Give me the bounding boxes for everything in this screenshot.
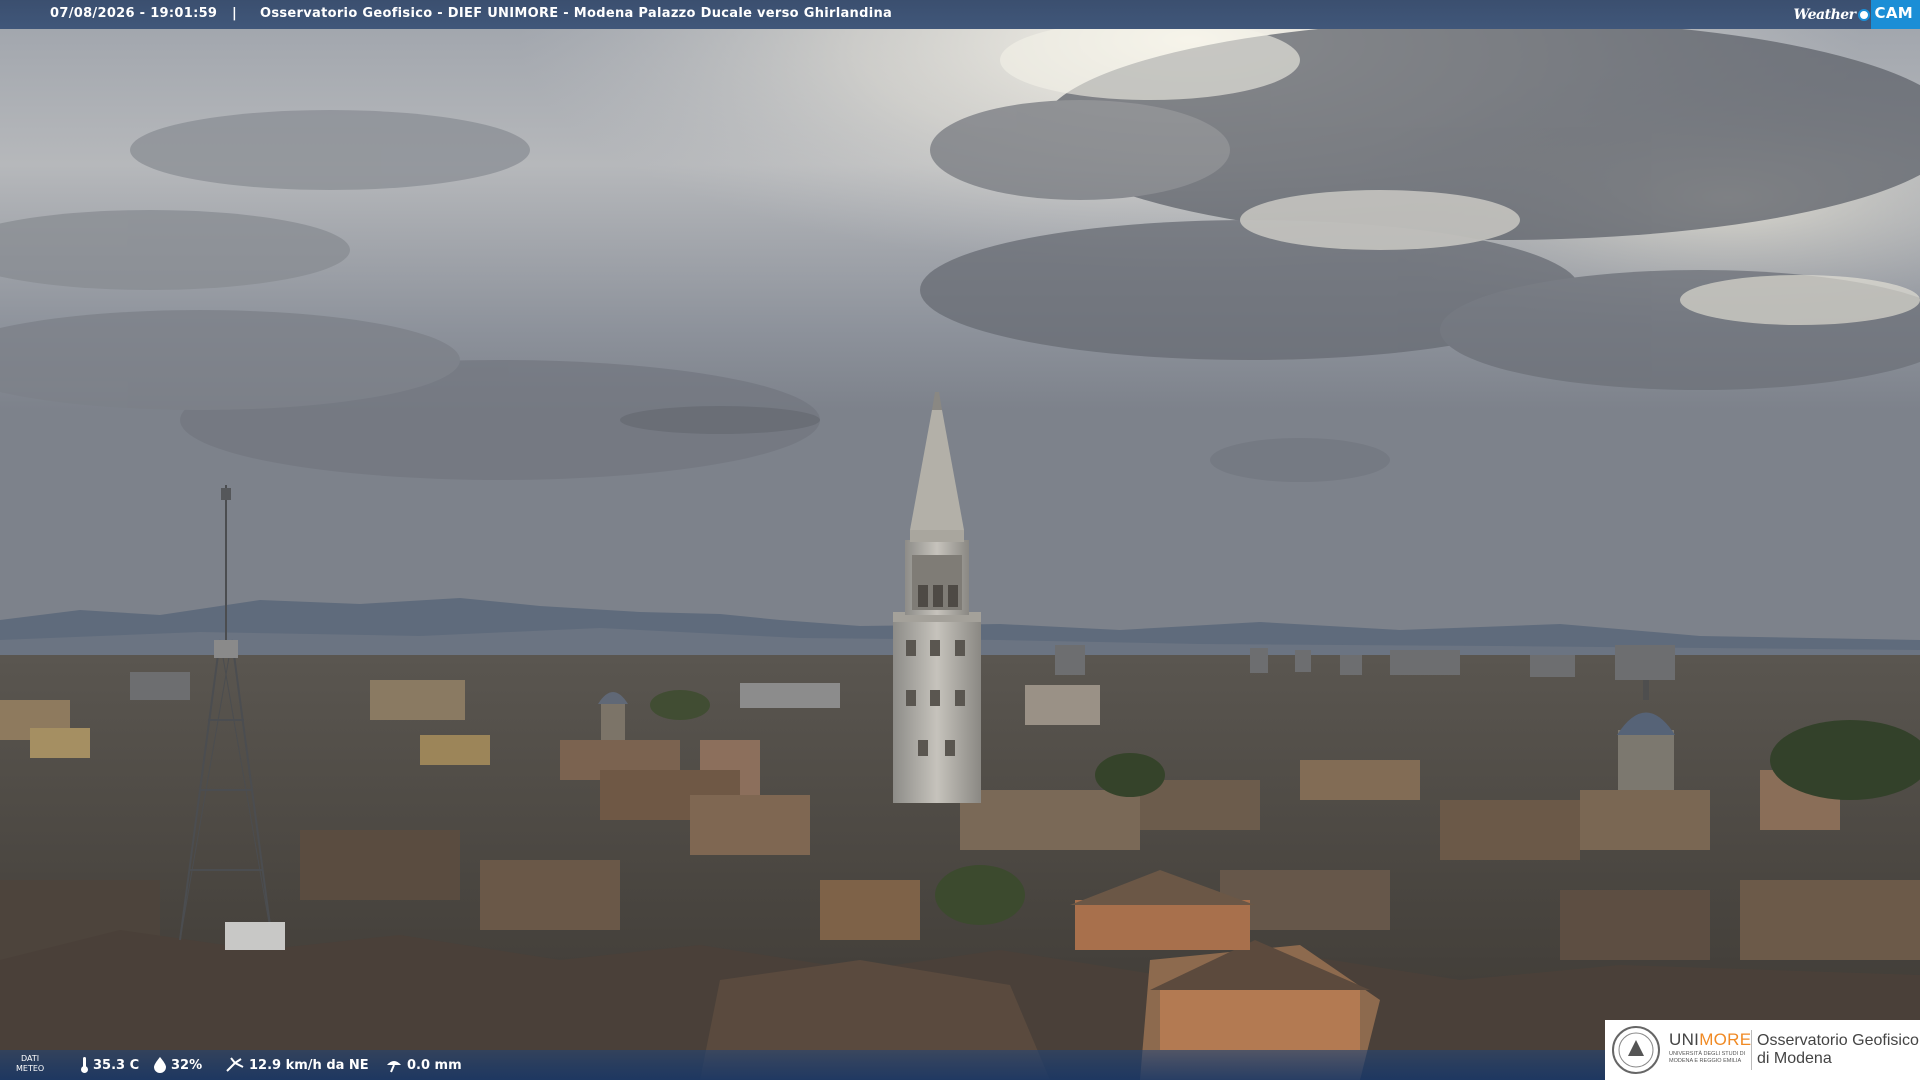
wind-value: 12.9 km/h da NE [249,1057,369,1073]
droplet-icon [154,1057,166,1073]
logo-divider [1751,1030,1752,1070]
weathercam-logo: Weather CAM [1794,0,1920,29]
webcam-view: 07/08/2026 - 19:01:59 | Osservatorio Geo… [0,0,1920,1080]
rain-gauge-icon [387,1061,401,1073]
weathercam-logo-weather: Weather [1793,6,1857,23]
weathercam-dot-icon [1857,8,1870,21]
university-name: UNIMORE [1669,1030,1751,1050]
unimore-logo-box: UNIMORE UNIVERSITÀ DEGLI STUDI DI MODENA… [1605,1020,1920,1080]
observatory-line1: Osservatorio Geofisico [1757,1032,1919,1049]
meteo-label: DATI METEO [16,1054,44,1074]
temperature-reading: 35.3 C [80,1057,139,1073]
camera-title: Osservatorio Geofisico - DIEF UNIMORE - … [260,6,893,21]
humidity-reading: 32% [153,1057,202,1073]
temperature-value: 35.3 C [93,1057,140,1073]
meteo-label-line1: DATI [21,1054,40,1063]
observatory-line2: di Modena [1757,1050,1832,1067]
university-name-part2: MORE [1699,1030,1752,1049]
rain-value: 0.0 mm [407,1057,462,1073]
meteo-data-bar: DATI METEO 35.3 C 32% 12.9 km/h da NE 0.… [0,1050,1605,1080]
separator: | [232,6,238,21]
humidity-value: 32% [171,1057,203,1073]
city-panorama-photo [0,0,1920,1080]
wind-reading: 12.9 km/h da NE [225,1057,369,1073]
meteo-label-line2: METEO [16,1064,45,1073]
wind-icon [226,1057,244,1072]
observatory-name: Osservatorio Geofisico di Modena [1757,1032,1919,1068]
thermometer-icon [81,1057,88,1073]
top-info-bar: 07/08/2026 - 19:01:59 | Osservatorio Geo… [0,0,1920,29]
university-name-part1: UNI [1669,1030,1700,1049]
university-subline: UNIVERSITÀ DEGLI STUDI DI MODENA E REGGI… [1669,1051,1746,1064]
timestamp: 07/08/2026 - 19:01:59 [50,6,218,21]
university-seal-icon [1612,1026,1660,1074]
weathercam-logo-cam: CAM [1870,0,1920,29]
rain-reading: 0.0 mm [385,1057,462,1073]
